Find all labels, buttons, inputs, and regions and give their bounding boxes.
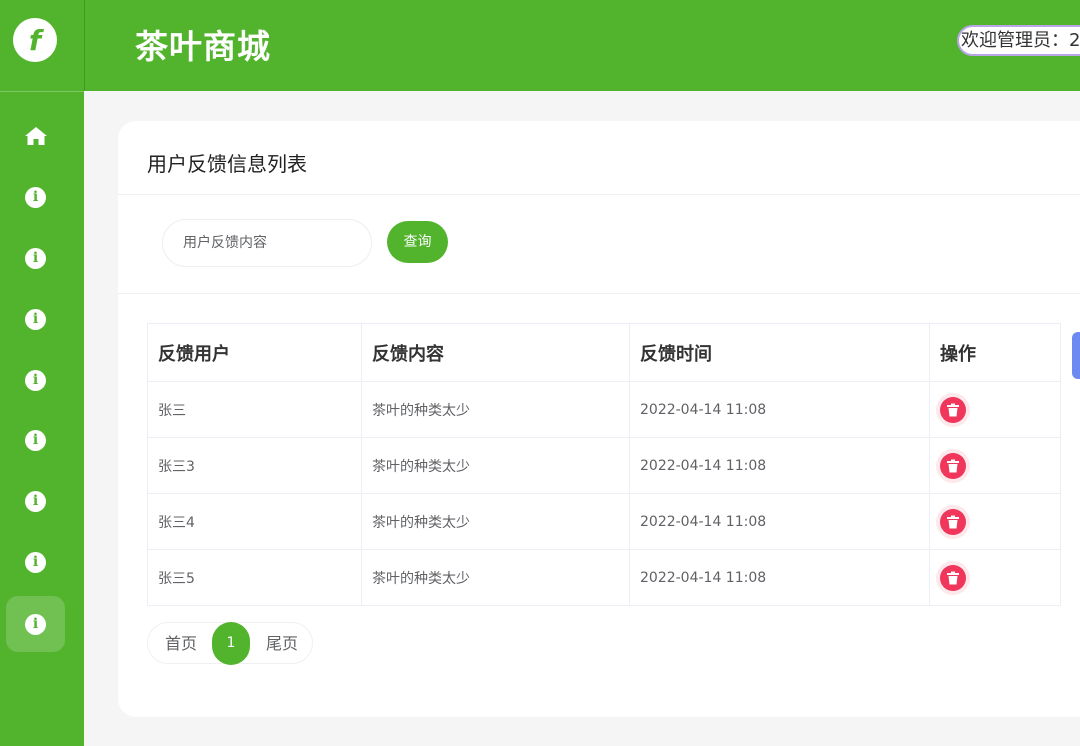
table-row: 张三5 茶叶的种类太少 2022-04-14 11:08	[147, 549, 1061, 606]
sidebar-item-3[interactable]: i	[6, 291, 65, 347]
delete-button[interactable]	[940, 452, 966, 479]
cell-time: 2022-04-14 11:08	[629, 381, 930, 438]
sidebar-divider	[0, 91, 84, 92]
table-row: 张三3 茶叶的种类太少 2022-04-14 11:08	[147, 437, 1061, 494]
sidebar-item-7[interactable]: i	[6, 534, 65, 590]
table-row: 张三 茶叶的种类太少 2022-04-14 11:08	[147, 381, 1061, 438]
sidebar-item-home[interactable]	[6, 108, 65, 164]
header: 茶叶商城 欢迎管理员：2	[84, 0, 1080, 91]
sidebar-item-6[interactable]: i	[6, 473, 65, 529]
search-input[interactable]	[162, 219, 372, 267]
cell-user: 张三5	[147, 549, 362, 606]
logo: f	[13, 18, 57, 62]
info-icon: i	[25, 429, 46, 451]
side-drawer-tab[interactable]	[1072, 332, 1080, 379]
welcome-user[interactable]: 欢迎管理员：2	[957, 25, 1080, 56]
sidebar-item-5[interactable]: i	[6, 412, 65, 468]
delete-button[interactable]	[940, 508, 966, 535]
delete-button[interactable]	[940, 396, 966, 423]
cell-time: 2022-04-14 11:08	[629, 437, 930, 494]
divider	[118, 194, 1080, 195]
cell-action	[929, 437, 1061, 494]
trash-icon	[947, 515, 959, 528]
feedback-table: 反馈用户 反馈内容 反馈时间 操作 张三 茶叶的种类太少 2022-04-14 …	[147, 323, 1061, 606]
sidebar-item-feedback[interactable]: i	[6, 596, 65, 652]
cell-content: 茶叶的种类太少	[361, 381, 630, 438]
table-row: 张三4 茶叶的种类太少 2022-04-14 11:08	[147, 493, 1061, 550]
cell-action	[929, 381, 1061, 438]
cell-action	[929, 493, 1061, 550]
current-page[interactable]: 1	[212, 622, 250, 665]
cell-user: 张三	[147, 381, 362, 438]
trash-icon	[947, 571, 959, 584]
cell-action	[929, 549, 1061, 606]
sidebar: f i i i i i i i i	[0, 0, 84, 746]
last-page-link[interactable]: 尾页	[266, 623, 298, 665]
delete-button[interactable]	[940, 564, 966, 591]
feedback-card: 用户反馈信息列表 查询 反馈用户 反馈内容 反馈时间 操作 张三 茶叶的种类太少…	[118, 121, 1080, 717]
cell-time: 2022-04-14 11:08	[629, 493, 930, 550]
info-icon: i	[25, 308, 46, 330]
column-header-user: 反馈用户	[147, 323, 362, 382]
sidebar-item-1[interactable]: i	[6, 169, 65, 225]
cell-time: 2022-04-14 11:08	[629, 549, 930, 606]
column-header-content: 反馈内容	[361, 323, 630, 382]
sidebar-item-4[interactable]: i	[6, 352, 65, 408]
page-title: 用户反馈信息列表	[147, 152, 307, 176]
divider	[118, 293, 1080, 294]
column-header-action: 操作	[929, 323, 1061, 382]
cell-user: 张三4	[147, 493, 362, 550]
cell-content: 茶叶的种类太少	[361, 493, 630, 550]
first-page-link[interactable]: 首页	[165, 623, 197, 665]
site-title: 茶叶商城	[135, 27, 271, 66]
home-icon	[24, 127, 47, 145]
info-icon: i	[25, 369, 46, 391]
info-icon: i	[25, 613, 46, 635]
info-icon: i	[25, 247, 46, 269]
info-icon: i	[25, 490, 46, 512]
sidebar-item-2[interactable]: i	[6, 230, 65, 286]
column-header-time: 反馈时间	[629, 323, 930, 382]
info-icon: i	[25, 186, 46, 208]
query-button[interactable]: 查询	[387, 221, 448, 263]
cell-content: 茶叶的种类太少	[361, 437, 630, 494]
trash-icon	[947, 403, 959, 416]
table-header-row: 反馈用户 反馈内容 反馈时间 操作	[147, 323, 1061, 382]
cell-content: 茶叶的种类太少	[361, 549, 630, 606]
cell-user: 张三3	[147, 437, 362, 494]
pagination: 首页 1 尾页	[147, 622, 313, 665]
trash-icon	[947, 459, 959, 472]
logo-letter: f	[28, 23, 42, 57]
info-icon: i	[25, 551, 46, 573]
